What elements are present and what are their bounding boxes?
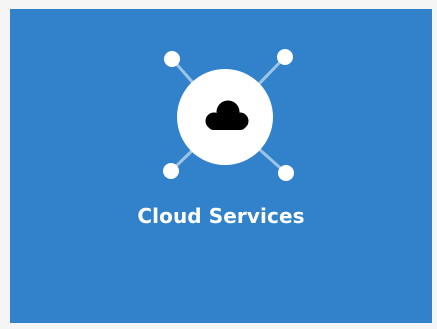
network-hub-graphic <box>163 49 294 181</box>
node-dot-bottom-right <box>278 165 294 181</box>
tile-title: Cloud Services <box>137 204 305 228</box>
node-dot-top-right <box>277 49 293 65</box>
node-dot-top-left <box>164 51 180 67</box>
cloud-services-tile[interactable]: Cloud Services <box>10 9 432 323</box>
node-dot-bottom-left <box>163 163 179 179</box>
